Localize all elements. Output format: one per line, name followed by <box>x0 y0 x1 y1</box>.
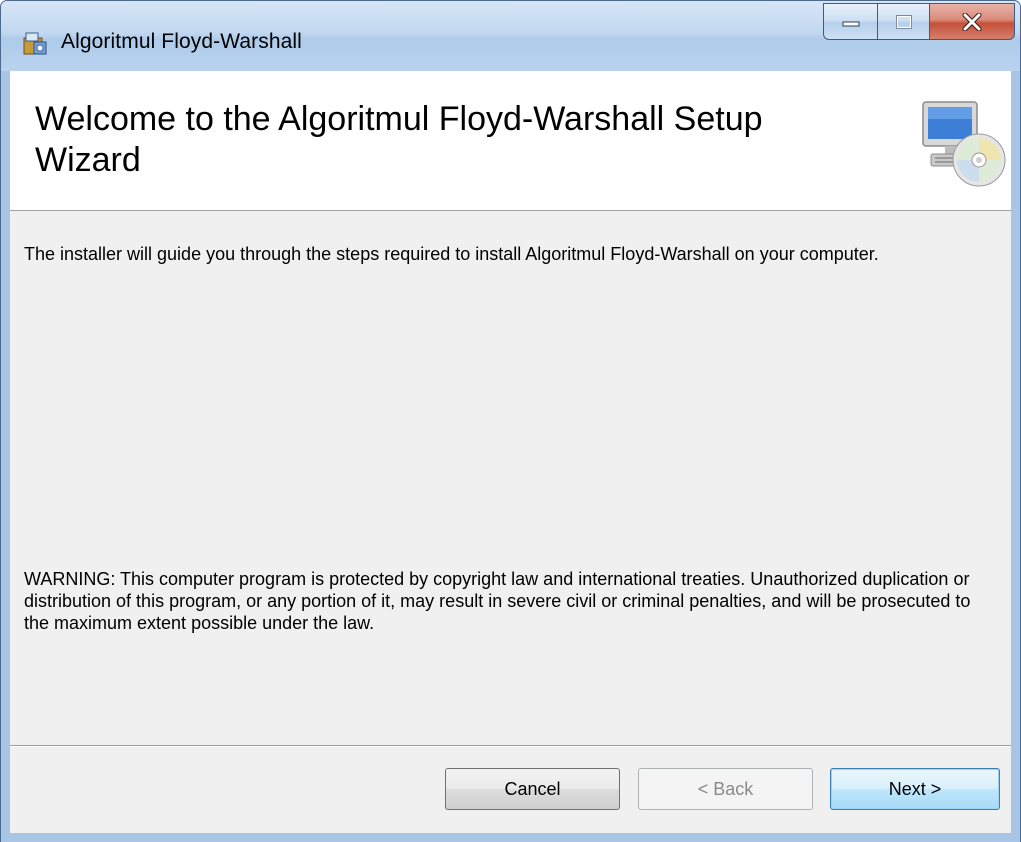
intro-text: The installer will guide you through the… <box>24 244 879 264</box>
window-bottom-frame <box>1 833 1020 842</box>
next-button[interactable]: Next > <box>830 768 1000 810</box>
installer-app-icon[interactable] <box>21 29 49 57</box>
close-icon <box>962 12 982 31</box>
copyright-warning: WARNING: This computer program is protec… <box>24 569 971 633</box>
title-bar[interactable]: Algoritmul Floyd-Warshall <box>1 1 1020 71</box>
minimize-button[interactable] <box>823 3 877 40</box>
window-title: Algoritmul Floyd-Warshall <box>61 30 302 53</box>
cancel-button[interactable]: Cancel <box>445 768 620 810</box>
maximize-button[interactable] <box>877 3 929 40</box>
page-title: Welcome to the Algoritmul Floyd-Warshall… <box>35 100 763 179</box>
caption-buttons <box>823 3 1015 41</box>
computer-cd-icon <box>922 101 1006 187</box>
maximize-icon <box>895 14 912 29</box>
wizard-footer: Cancel < Back Next > <box>10 747 1011 833</box>
close-button[interactable] <box>929 3 1015 40</box>
minimize-icon <box>842 21 859 26</box>
wizard-header: Welcome to the Algoritmul Floyd-Warshall… <box>10 71 1011 211</box>
installer-window: Algoritmul Floyd-Warshall Welcome to the… <box>0 0 1021 842</box>
back-button[interactable]: < Back <box>638 768 813 810</box>
wizard-body: The installer will guide you through the… <box>10 211 1011 746</box>
